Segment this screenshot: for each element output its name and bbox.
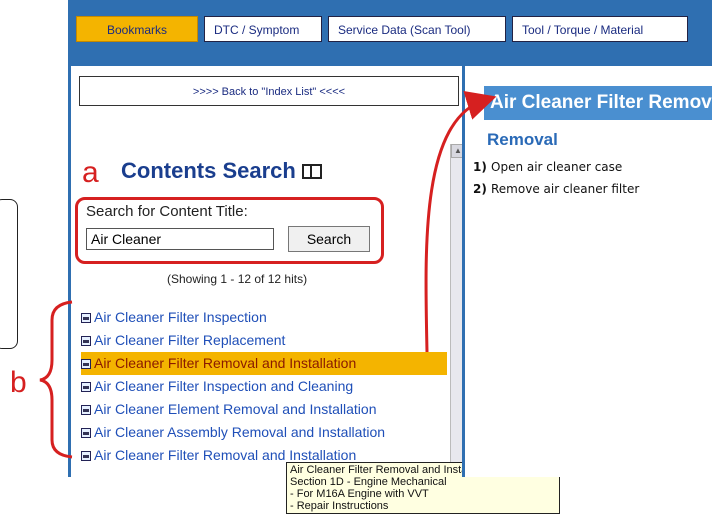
left-outline-box bbox=[0, 199, 18, 349]
tab-bookmarks[interactable]: Bookmarks bbox=[76, 16, 198, 42]
procedure-step: 2) Remove air cleaner filter bbox=[473, 178, 639, 200]
section-heading: Removal bbox=[487, 130, 558, 149]
step-number: 2) bbox=[473, 182, 487, 196]
result-item-label: Air Cleaner Filter Inspection bbox=[94, 309, 267, 325]
results-list: Air Cleaner Filter Inspection Air Cleane… bbox=[81, 306, 451, 467]
top-tab-bar: Bookmarks DTC / Symptom Service Data (Sc… bbox=[68, 0, 712, 66]
page-title: Contents Search bbox=[121, 158, 322, 184]
result-item-label: Air Cleaner Filter Removal and Installat… bbox=[94, 355, 357, 371]
result-item-selected[interactable]: Air Cleaner Filter Removal and Installat… bbox=[81, 352, 447, 375]
result-item-label: Air Cleaner Filter Replacement bbox=[94, 332, 286, 348]
tab-dtc-symptom[interactable]: DTC / Symptom bbox=[204, 16, 322, 42]
result-item[interactable]: Air Cleaner Assembly Removal and Install… bbox=[81, 421, 451, 444]
contents-search-panel: >>>> Back to "Index List" <<<< ▲ Content… bbox=[68, 66, 560, 514]
step-text: Open air cleaner case bbox=[491, 160, 623, 174]
result-item-label: Air Cleaner Assembly Removal and Install… bbox=[94, 424, 386, 440]
procedure-step: 1) Open air cleaner case bbox=[473, 156, 639, 178]
step-number: 1) bbox=[473, 160, 487, 174]
hits-count: (Showing 1 - 12 of 12 hits) bbox=[167, 272, 308, 286]
result-item-label: Air Cleaner Filter Inspection and Cleani… bbox=[94, 378, 354, 394]
tab-service-data[interactable]: Service Data (Scan Tool) bbox=[328, 16, 506, 42]
back-to-index-link[interactable]: >>>> Back to "Index List" <<<< bbox=[79, 76, 459, 106]
annotation-a-label: a bbox=[82, 156, 99, 189]
document-link-icon bbox=[81, 336, 91, 346]
procedure-steps: 1) Open air cleaner case 2) Remove air cle… bbox=[473, 156, 639, 200]
result-item[interactable]: Air Cleaner Filter Inspection bbox=[81, 306, 451, 329]
tooltip-line: - For M16A Engine with VVT bbox=[290, 488, 429, 500]
annotation-b-label: b bbox=[10, 366, 27, 399]
search-annotation-box bbox=[75, 197, 384, 264]
result-item[interactable]: Air Cleaner Filter Inspection and Cleani… bbox=[81, 375, 451, 398]
tooltip-line: - Repair Instructions bbox=[290, 500, 389, 512]
document-link-icon bbox=[81, 405, 91, 415]
result-item-label: Air Cleaner Element Removal and Installa… bbox=[94, 401, 377, 417]
document-view-panel: Air Cleaner Filter Removal and Installat… bbox=[462, 66, 712, 477]
document-link-icon bbox=[81, 359, 91, 369]
document-header: Air Cleaner Filter Removal and Installat… bbox=[484, 86, 712, 120]
book-icon bbox=[301, 164, 322, 179]
document-link-icon bbox=[81, 313, 91, 323]
document-link-icon bbox=[81, 451, 91, 461]
result-item[interactable]: Air Cleaner Filter Replacement bbox=[81, 329, 451, 352]
result-item-label: Air Cleaner Filter Removal and Installat… bbox=[94, 447, 357, 463]
step-text: Remove air cleaner filter bbox=[491, 182, 640, 196]
tab-list: Bookmarks DTC / Symptom Service Data (Sc… bbox=[76, 16, 688, 42]
result-item[interactable]: Air Cleaner Element Removal and Installa… bbox=[81, 398, 451, 421]
document-link-icon bbox=[81, 428, 91, 438]
document-link-icon bbox=[81, 382, 91, 392]
page-title-text: Contents Search bbox=[121, 158, 296, 183]
tooltip-line: Section 1D - Engine Mechanical bbox=[290, 476, 447, 488]
tab-tool-torque-material[interactable]: Tool / Torque / Material bbox=[512, 16, 688, 42]
